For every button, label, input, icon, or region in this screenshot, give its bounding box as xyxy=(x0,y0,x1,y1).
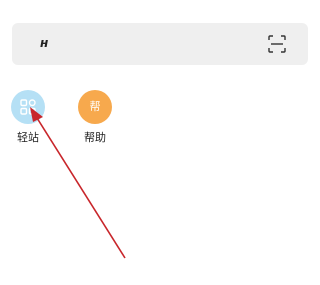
search-bar[interactable]: ʜ xyxy=(12,23,308,65)
help-icon-circle: 帮 xyxy=(78,90,112,124)
qingzhan-icon-circle xyxy=(11,90,45,124)
shortcut-label-help: 帮助 xyxy=(84,131,106,144)
search-logo: ʜ xyxy=(40,36,49,50)
shortcut-help[interactable]: 帮 帮助 xyxy=(73,90,117,144)
grid-apps-icon xyxy=(20,99,36,115)
shortcut-label-qingzhan: 轻站 xyxy=(17,131,39,144)
scan-button[interactable] xyxy=(266,33,288,55)
scan-icon xyxy=(268,35,286,53)
help-icon: 帮 xyxy=(89,100,101,113)
shortcut-qingzhan[interactable]: 轻站 xyxy=(6,90,50,144)
